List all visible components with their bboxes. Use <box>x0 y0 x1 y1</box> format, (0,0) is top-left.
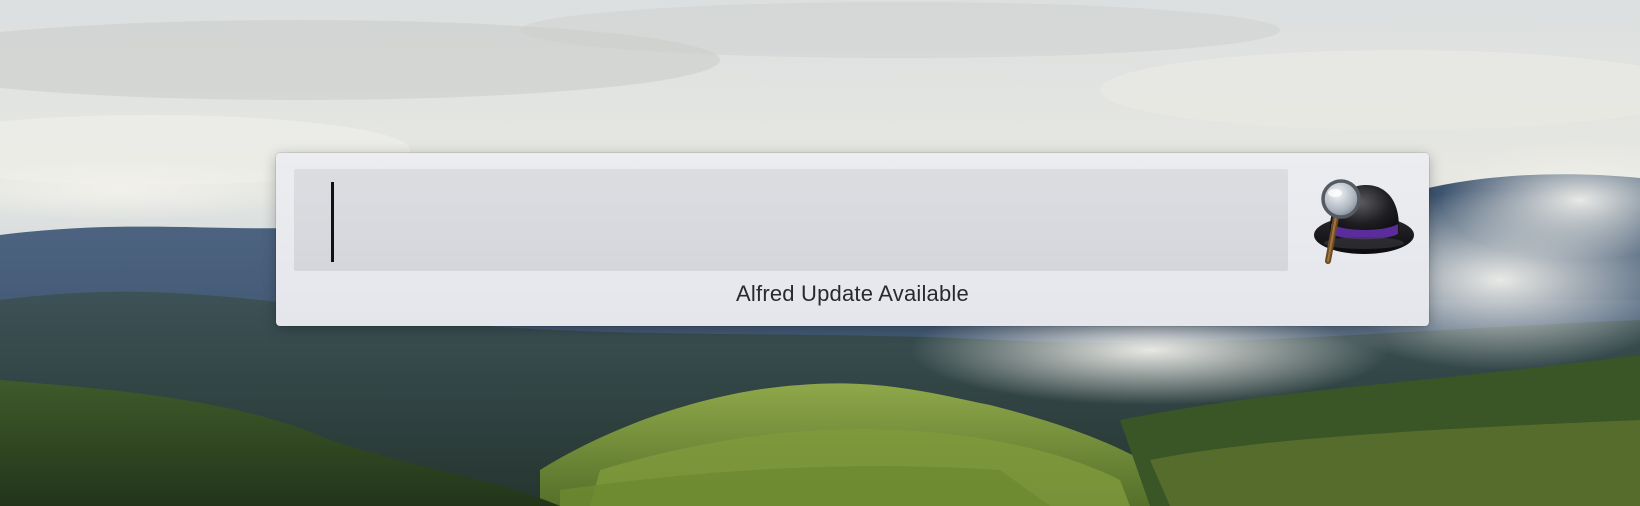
text-cursor <box>331 182 334 262</box>
search-input[interactable] <box>294 169 1288 271</box>
alfred-hat-icon[interactable] <box>1306 177 1416 267</box>
update-available-notice[interactable]: Alfred Update Available <box>276 281 1429 307</box>
alfred-search-window: Alfred Update Available <box>276 153 1429 326</box>
search-field[interactable] <box>294 169 1288 271</box>
